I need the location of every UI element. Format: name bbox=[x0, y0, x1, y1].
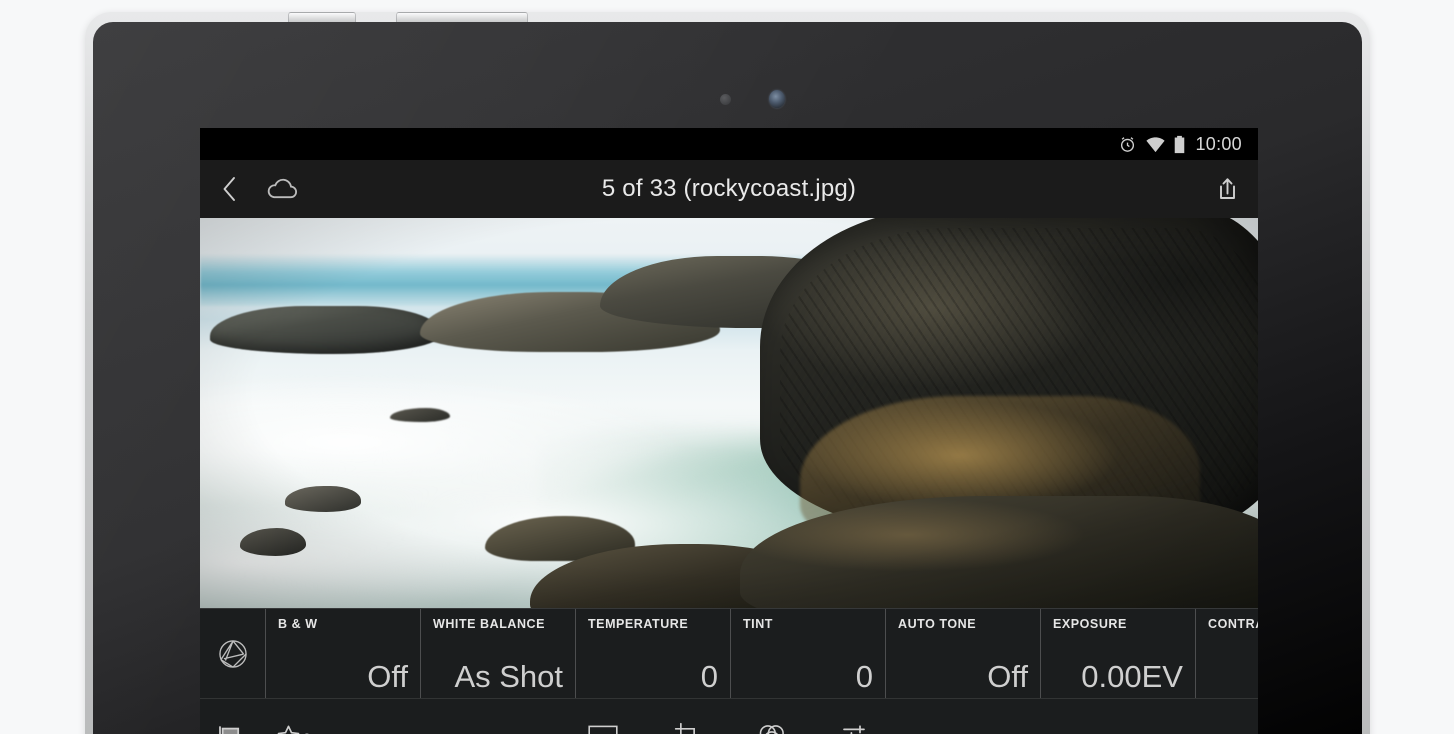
star-rating[interactable]: 0 bbox=[276, 723, 311, 734]
status-bar: 10:00 bbox=[200, 128, 1258, 160]
adjustment-temperature[interactable]: TEMPERATURE 0 bbox=[576, 609, 731, 698]
adjustment-value: 0 bbox=[700, 659, 718, 694]
adjustment-value: As Shot bbox=[454, 659, 563, 694]
adjustment-bw[interactable]: B & W Off bbox=[266, 609, 421, 698]
star-rating-icon[interactable] bbox=[276, 723, 301, 734]
adjustment-value: 0.00EV bbox=[1081, 659, 1183, 694]
adjustment-label: EXPOSURE bbox=[1053, 617, 1127, 631]
wifi-icon bbox=[1145, 136, 1166, 153]
adjustment-value: Off bbox=[367, 659, 408, 694]
adjustment-label: CONTRAS bbox=[1208, 617, 1258, 631]
tablet-device: 10:00 5 of 33 (rockycoast.jpg) B & W Off… bbox=[85, 12, 1370, 734]
adjustment-label: B & W bbox=[278, 617, 318, 631]
adjustments-strip: B & W Off WHITE BALANCE As Shot TEMPERAT… bbox=[200, 608, 1258, 698]
status-time: 10:00 bbox=[1195, 133, 1242, 154]
front-camera-icon bbox=[769, 90, 785, 108]
adjustment-auto-tone[interactable]: AUTO TONE Off bbox=[886, 609, 1041, 698]
battery-icon bbox=[1174, 135, 1185, 154]
adjustment-label: AUTO TONE bbox=[898, 617, 977, 631]
adjustment-value: Off bbox=[987, 659, 1028, 694]
page-title: 5 of 33 (rockycoast.jpg) bbox=[601, 175, 857, 202]
app-top-bar: 5 of 33 (rockycoast.jpg) bbox=[200, 160, 1258, 218]
adjustment-white-balance[interactable]: WHITE BALANCE As Shot bbox=[421, 609, 576, 698]
back-chevron-icon[interactable] bbox=[218, 174, 242, 204]
adjustment-tint[interactable]: TINT 0 bbox=[731, 609, 886, 698]
adjustment-label: TINT bbox=[743, 617, 773, 631]
adjustment-label: TEMPERATURE bbox=[588, 617, 689, 631]
crop-icon[interactable] bbox=[674, 722, 701, 734]
presets-icon[interactable] bbox=[588, 724, 618, 734]
adjustments-sliders-icon[interactable] bbox=[842, 724, 870, 734]
bottom-toolbar: 0 bbox=[200, 698, 1258, 734]
aperture-icon[interactable] bbox=[200, 609, 266, 698]
adjustment-value: 0 bbox=[855, 659, 873, 694]
photo-vignette bbox=[200, 218, 1258, 608]
color-mix-icon[interactable] bbox=[757, 723, 786, 734]
adjustment-label: WHITE BALANCE bbox=[433, 617, 546, 631]
adjustment-contrast[interactable]: CONTRAS bbox=[1196, 609, 1258, 698]
cloud-sync-icon[interactable] bbox=[264, 175, 301, 203]
proximity-sensor-icon bbox=[720, 94, 731, 105]
tablet-screen: 10:00 5 of 33 (rockycoast.jpg) B & W Off… bbox=[200, 128, 1258, 734]
photo-viewer[interactable] bbox=[200, 218, 1258, 608]
share-icon[interactable] bbox=[1215, 175, 1240, 203]
flag-icon[interactable] bbox=[216, 724, 244, 734]
alarm-clock-icon bbox=[1118, 135, 1137, 154]
adjustment-exposure[interactable]: EXPOSURE 0.00EV bbox=[1041, 609, 1196, 698]
